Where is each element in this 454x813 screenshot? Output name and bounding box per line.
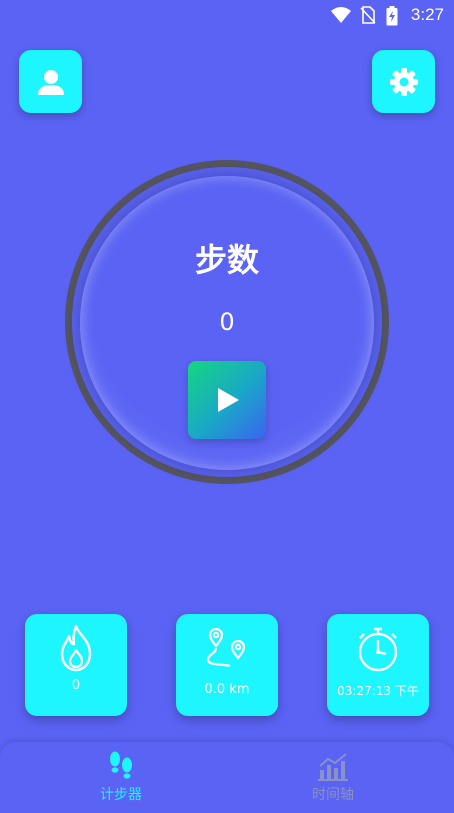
- calories-card[interactable]: 0: [25, 614, 127, 716]
- settings-button[interactable]: [372, 50, 435, 113]
- stopwatch-icon-wrap: [327, 624, 429, 678]
- bottom-nav: 计步器 时间轴: [0, 742, 454, 813]
- clock-value: 03:27:13 下午: [337, 684, 419, 698]
- footprints-icon: [110, 751, 132, 779]
- no-sim-icon: [360, 6, 376, 24]
- person-icon: [37, 69, 64, 95]
- footprints-icon-wrap: [61, 750, 181, 784]
- play-icon: [218, 388, 239, 412]
- tab-timeline[interactable]: 时间轴: [273, 750, 393, 804]
- wifi-icon: [331, 7, 351, 23]
- bar-chart-icon: [318, 753, 348, 781]
- start-button[interactable]: [188, 361, 266, 439]
- calories-value: 0: [71, 678, 81, 693]
- clock-card[interactable]: 03:27:13 下午: [327, 614, 429, 716]
- distance-card[interactable]: 0.0 km: [176, 614, 278, 716]
- route-icon-wrap: [176, 624, 278, 676]
- steps-title: 步数: [194, 241, 259, 279]
- profile-button[interactable]: [19, 50, 82, 113]
- tab-timeline-label: 时间轴: [312, 787, 354, 803]
- status-time: 3:27: [410, 5, 444, 24]
- steps-count: 0: [219, 308, 235, 336]
- tab-pedometer[interactable]: 计步器: [61, 750, 181, 804]
- tab-pedometer-label: 计步器: [100, 787, 142, 803]
- route-pins-icon: [206, 627, 246, 668]
- battery-charging-icon: [386, 6, 398, 26]
- flame-icon-wrap: [25, 624, 127, 676]
- distance-value: 0.0 km: [204, 682, 250, 697]
- stopwatch-icon: [358, 627, 398, 672]
- flame-icon: [60, 624, 92, 672]
- bar-chart-icon-wrap: [273, 750, 393, 784]
- gear-icon: [389, 67, 418, 96]
- status-bar: 3:27: [0, 0, 454, 30]
